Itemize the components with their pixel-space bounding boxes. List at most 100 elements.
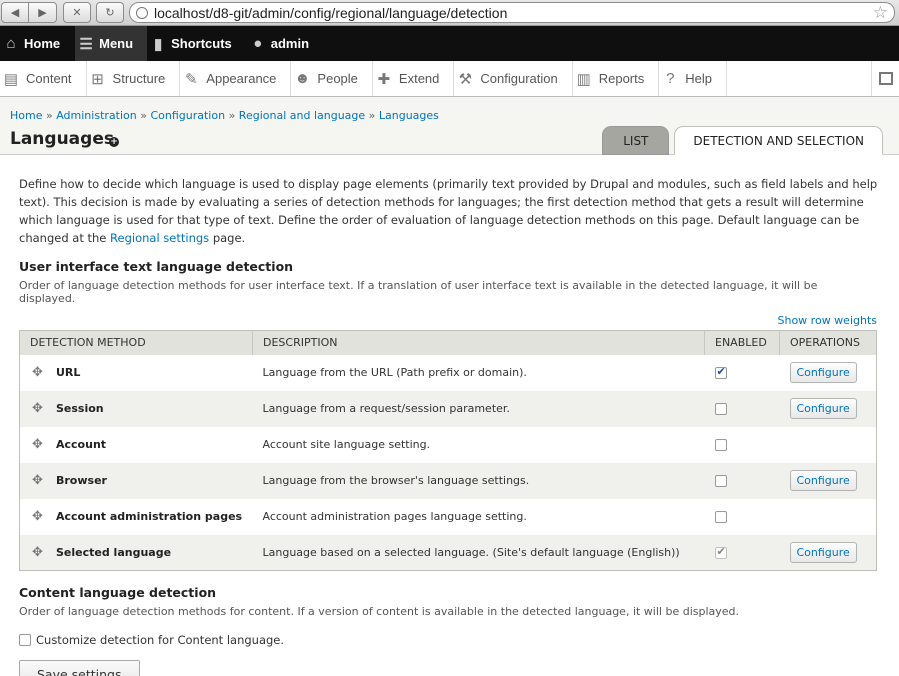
method-description: Language from the browser's language set… — [262, 474, 530, 487]
method-description: Language based on a selected language. (… — [262, 545, 680, 559]
table-row: ✥ URL Language from the URL (Path prefix … — [19, 354, 877, 391]
method-name: URL — [56, 366, 81, 379]
method-name: Browser — [56, 474, 107, 487]
breadcrumb-home[interactable]: Home — [10, 109, 42, 122]
customize-label[interactable]: Customize detection for Content language… — [36, 633, 284, 647]
tray-item-label: Configuration — [480, 71, 558, 86]
method-name: Account administration pages — [56, 510, 243, 523]
breadcrumb-configuration[interactable]: Configuration — [150, 109, 225, 122]
page-title: Languages — [10, 129, 114, 149]
drag-handle-icon[interactable]: ✥ — [32, 509, 44, 524]
puzzle-icon: ✚ — [377, 70, 391, 88]
customize-option: Customize detection for Content language… — [19, 633, 877, 647]
back-arrow-icon: ◀ — [10, 6, 20, 19]
tray-item-configuration[interactable]: ⚒ Configuration — [454, 61, 573, 96]
tray-item-help[interactable]: ? Help — [659, 61, 727, 96]
enabled-checkbox[interactable] — [714, 511, 727, 523]
method-description: Language from a request/session paramete… — [262, 402, 510, 415]
configure-button[interactable]: Configure — [789, 362, 857, 383]
content-language-section: Content language detection Order of lang… — [19, 585, 877, 647]
toolbar-home-label: Home — [24, 36, 61, 51]
drag-handle-icon[interactable]: ✥ — [32, 365, 44, 380]
enabled-checkbox[interactable] — [714, 365, 727, 379]
drag-handle-icon[interactable]: ✥ — [32, 401, 44, 416]
method-description: Account administration pages language se… — [262, 510, 527, 523]
column-header-enabled: ENABLED — [704, 330, 780, 355]
configure-button[interactable]: Configure — [789, 541, 857, 563]
breadcrumb-separator: » — [140, 109, 147, 122]
enabled-checkbox[interactable] — [714, 439, 727, 451]
drag-handle-icon[interactable]: ✥ — [32, 545, 44, 560]
primary-tabs: LIST DETECTION AND SELECTION — [602, 126, 883, 155]
toolbar-user-label: admin — [270, 36, 310, 51]
table-row: ✥ Account Account site language setting. — [19, 426, 877, 463]
column-header-operations: OPERATIONS — [779, 330, 877, 355]
tray-item-label: Appearance — [206, 71, 277, 86]
enabled-checkbox[interactable] — [714, 403, 727, 415]
toolbar-menu[interactable]: ☰ Menu — [75, 26, 148, 61]
toolbar-user[interactable]: ● admin — [247, 26, 324, 61]
page-header: Home » Administration » Configuration » … — [0, 97, 899, 155]
intro-text: Define how to decide which language is u… — [19, 175, 879, 247]
user-icon: ● — [253, 35, 263, 52]
method-description: Language from the URL (Path prefix or do… — [262, 366, 527, 379]
method-name: Account — [56, 438, 107, 451]
globe-icon — [136, 6, 148, 19]
tray-item-label: Extend — [398, 71, 440, 86]
toolbar-menu-label: Menu — [99, 36, 134, 51]
configure-button[interactable]: Configure — [789, 470, 857, 491]
toolbar-home[interactable]: ⌂ Home — [0, 26, 75, 61]
column-header-description: DESCRIPTION — [252, 330, 705, 355]
tray-item-content[interactable]: ▤ Content — [0, 61, 87, 96]
column-header-method: DETECTION METHOD — [19, 330, 253, 355]
address-bar[interactable]: localhost/d8-git/admin/config/regional/l… — [129, 2, 895, 23]
regional-settings-link[interactable]: Regional settings — [110, 231, 209, 245]
tray-item-label: Structure — [112, 71, 166, 86]
content-section-title: Content language detection — [19, 585, 217, 600]
tray-item-label: Content — [26, 71, 72, 86]
method-description: Account site language setting. — [262, 438, 431, 451]
breadcrumb-languages[interactable]: Languages — [379, 109, 439, 122]
toolbar-shortcuts[interactable]: ▮ Shortcuts — [147, 26, 247, 61]
orientation-icon — [878, 72, 893, 85]
breadcrumb-regional[interactable]: Regional and language — [239, 109, 365, 122]
back-button[interactable]: ◀ — [1, 2, 29, 23]
reload-button[interactable]: ↻ — [96, 2, 124, 23]
tray-item-people[interactable]: ☻ People — [291, 61, 373, 96]
detection-methods-table: DETECTION METHOD DESCRIPTION ENABLED OPE… — [19, 330, 877, 571]
enabled-checkbox[interactable] — [714, 475, 727, 487]
forward-button[interactable]: ▶ — [29, 2, 57, 23]
customize-checkbox[interactable] — [19, 634, 31, 646]
admin-toolbar: ⌂ Home ☰ Menu ▮ Shortcuts ● admin — [0, 26, 899, 61]
drag-handle-icon[interactable]: ✥ — [32, 437, 44, 452]
help-icon: ? — [666, 70, 675, 87]
url-text: localhost/d8-git/admin/config/regional/l… — [154, 4, 508, 21]
enabled-checkbox-disabled — [714, 545, 727, 559]
close-icon: ✕ — [72, 6, 82, 19]
tray-orientation-toggle[interactable] — [871, 61, 899, 96]
admin-tray: ▤ Content ⊞ Structure ✎ Appearance ☻ People … — [0, 61, 899, 97]
add-shortcut-icon[interactable]: + — [109, 137, 119, 147]
ui-section-title: User interface text language detection — [19, 259, 294, 274]
configure-button[interactable]: Configure — [789, 398, 857, 419]
show-row-weights-link[interactable]: Show row weights — [19, 314, 878, 328]
tray-item-extend[interactable]: ✚ Extend — [373, 61, 455, 96]
drag-handle-icon[interactable]: ✥ — [32, 473, 44, 488]
table-row: ✥ Selected language Language based on a s… — [19, 534, 877, 571]
ui-section-description: Order of language detection methods for … — [19, 279, 818, 305]
save-settings-button[interactable]: Save settings — [19, 660, 140, 676]
sitemap-icon: ⊞ — [91, 70, 104, 88]
tray-item-structure[interactable]: ⊞ Structure — [87, 61, 181, 96]
table-row: ✥ Session Language from a request/session… — [19, 390, 877, 427]
bookmark-star-icon[interactable]: ☆ — [873, 3, 888, 23]
main-content: Define how to decide which language is u… — [0, 175, 899, 676]
breadcrumb-administration[interactable]: Administration — [56, 109, 137, 122]
tray-item-appearance[interactable]: ✎ Appearance — [180, 61, 292, 96]
operations-cell — [780, 499, 877, 535]
tab-detection-and-selection[interactable]: DETECTION AND SELECTION — [674, 126, 883, 155]
stop-button[interactable]: ✕ — [63, 2, 91, 23]
tray-item-label: Help — [685, 71, 712, 86]
tab-list[interactable]: LIST — [602, 126, 670, 155]
tray-item-reports[interactable]: ▥ Reports — [573, 61, 660, 96]
method-name: Selected language — [56, 545, 172, 559]
